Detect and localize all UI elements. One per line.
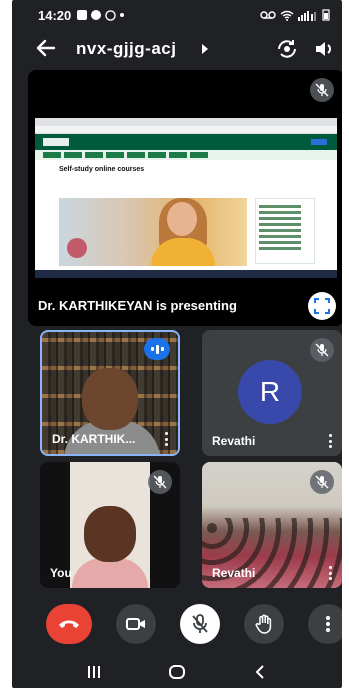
back-button[interactable] bbox=[245, 662, 275, 682]
video-icon bbox=[91, 10, 102, 20]
hero-image bbox=[59, 198, 247, 266]
website-side-panel bbox=[255, 198, 315, 264]
website-nav bbox=[35, 150, 337, 160]
fullscreen-button[interactable] bbox=[308, 292, 336, 320]
gallery-icon bbox=[77, 10, 88, 20]
mic-off-icon bbox=[310, 338, 334, 362]
recents-icon bbox=[87, 666, 100, 678]
status-time: 14:20 bbox=[38, 7, 72, 23]
raise-hand-button[interactable] bbox=[244, 604, 284, 644]
mic-off-icon bbox=[148, 470, 172, 494]
participant-tile-revathi[interactable]: R Revathi bbox=[202, 330, 342, 456]
participant-tile-self[interactable]: You bbox=[40, 462, 180, 588]
audio-output-icon[interactable] bbox=[312, 37, 336, 61]
presenter-label: Dr. KARTHIKEYAN is presenting bbox=[38, 298, 237, 313]
android-nav-bar bbox=[12, 656, 342, 688]
status-bar: 14:20 bbox=[12, 0, 342, 30]
more-options-icon[interactable] bbox=[328, 566, 332, 580]
participant-name: Revathi bbox=[212, 566, 256, 580]
recents-button[interactable] bbox=[79, 662, 109, 682]
more-options-button[interactable] bbox=[308, 604, 342, 644]
participant-name: Dr. KARTHIK... bbox=[52, 432, 136, 446]
end-call-icon bbox=[59, 620, 79, 628]
notification-dot-icon bbox=[120, 13, 125, 17]
participant-name: Revathi bbox=[212, 434, 256, 448]
camera-icon bbox=[126, 618, 145, 630]
signal-icon bbox=[298, 10, 316, 21]
speaking-indicator-icon bbox=[144, 338, 170, 360]
meeting-details-caret-icon[interactable] bbox=[202, 44, 208, 54]
home-icon bbox=[168, 665, 185, 679]
windows-taskbar bbox=[35, 270, 337, 278]
back-arrow-icon[interactable] bbox=[34, 36, 58, 60]
meeting-code[interactable]: nvx-gjjg-acj bbox=[76, 39, 176, 59]
presentation-mic-off-icon bbox=[310, 78, 334, 102]
shared-screen: Self-study online courses bbox=[35, 118, 337, 278]
more-options-icon[interactable] bbox=[328, 434, 332, 448]
meet-call-screen: 14:20 nvx-gjjg-acj Self-study online cou… bbox=[12, 0, 342, 688]
back-chevron-icon bbox=[255, 665, 265, 679]
participant-tile-karthikeyan[interactable]: Dr. KARTHIK... bbox=[40, 330, 180, 456]
avatar: R bbox=[238, 360, 302, 424]
whatsapp-icon bbox=[105, 9, 117, 21]
raise-hand-icon bbox=[255, 614, 272, 634]
site-login-button bbox=[311, 139, 327, 145]
meeting-header: nvx-gjjg-acj bbox=[12, 30, 342, 68]
site-logo bbox=[43, 138, 69, 146]
more-vert-icon bbox=[326, 616, 330, 632]
more-options-icon[interactable] bbox=[164, 432, 168, 446]
voicemail-icon bbox=[260, 11, 276, 19]
camera-toggle-button[interactable] bbox=[116, 604, 156, 644]
participant-name: You bbox=[50, 566, 72, 580]
website-header bbox=[35, 134, 337, 150]
battery-icon bbox=[322, 9, 330, 21]
browser-tabs bbox=[35, 118, 337, 126]
website-heading: Self-study online courses bbox=[59, 166, 145, 173]
participant-tile-revathi-video[interactable]: Revathi bbox=[202, 462, 342, 588]
switch-camera-icon[interactable] bbox=[274, 36, 300, 62]
mic-off-icon bbox=[310, 470, 334, 494]
mic-off-icon bbox=[192, 614, 208, 633]
fullscreen-icon bbox=[314, 298, 330, 314]
end-call-button[interactable] bbox=[46, 604, 92, 644]
wifi-icon bbox=[280, 10, 294, 21]
home-button[interactable] bbox=[162, 662, 192, 682]
presentation-tile[interactable]: Self-study online courses Dr. KARTHIKEYA… bbox=[28, 70, 342, 326]
mic-toggle-button[interactable] bbox=[180, 604, 220, 644]
browser-address-bar bbox=[35, 126, 337, 134]
